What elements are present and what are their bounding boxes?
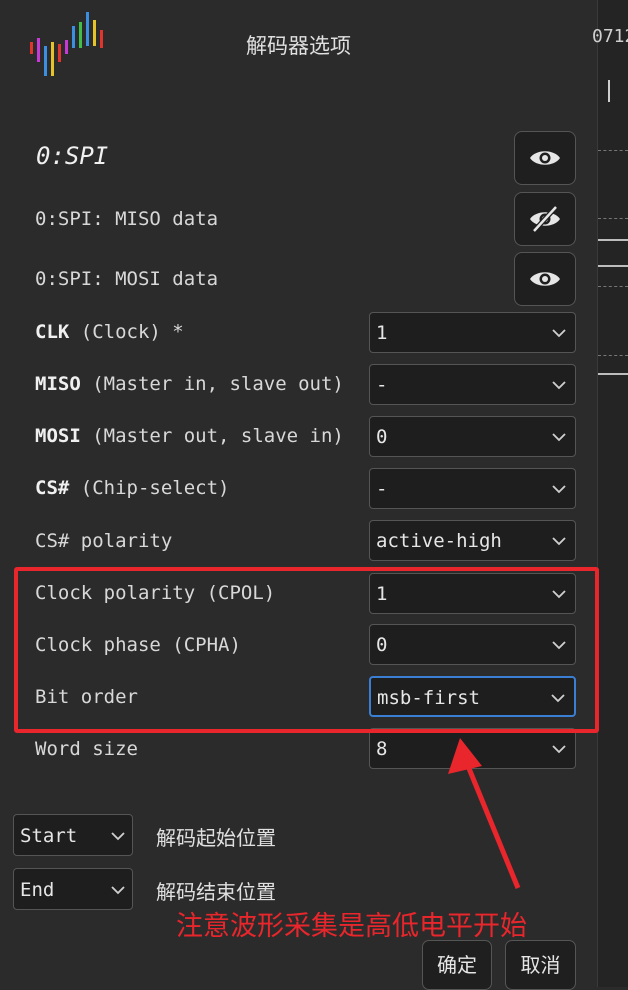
waveform-dashed-line (598, 286, 628, 287)
miso-select[interactable]: - (369, 364, 576, 405)
word-size-label: Word size (35, 738, 138, 760)
background-partial-text: 0712 (592, 26, 628, 47)
highlight-box (14, 567, 599, 733)
clk-value: 1 (376, 322, 388, 344)
end-position-label: 解码结束位置 (156, 880, 276, 904)
waveform-dashed-line (598, 218, 628, 219)
cs-value: - (376, 478, 388, 500)
cs-polarity-label: CS# polarity (35, 530, 173, 552)
end-position-value: End (20, 879, 55, 901)
waveform-dashed-line (598, 355, 628, 356)
chevron-down-icon (552, 433, 566, 442)
waveform-dashed-line (598, 150, 628, 151)
eye-icon (530, 151, 560, 165)
start-position-label: 解码起始位置 (156, 826, 276, 850)
chevron-down-icon (552, 485, 566, 494)
text-cursor (608, 80, 610, 102)
chevron-down-icon (552, 537, 566, 546)
chevron-down-icon (552, 745, 566, 754)
miso-value: - (376, 374, 388, 396)
chevron-down-icon (111, 886, 125, 895)
cs-polarity-select[interactable]: active-high (369, 520, 576, 561)
dialog-title: 解码器选项 (246, 34, 351, 58)
toggle-mosi-data-button[interactable] (514, 252, 576, 306)
word-size-value: 8 (376, 738, 388, 760)
ok-button[interactable]: 确定 (422, 940, 492, 990)
mosi-label: MOSI (Master out, slave in) (35, 425, 344, 447)
annotation-text: 注意波形采集是高低电平开始 (176, 911, 527, 942)
waveform-line (598, 373, 628, 375)
chevron-down-icon (111, 832, 125, 841)
mosi-value: 0 (376, 426, 388, 448)
mosi-select[interactable]: 0 (369, 416, 576, 457)
clk-label: CLK (Clock) * (35, 321, 184, 343)
clk-select[interactable]: 1 (369, 312, 576, 353)
cancel-button[interactable]: 取消 (505, 940, 576, 990)
miso-data-row-label: 0:SPI: MISO data (35, 208, 219, 230)
waveform-line (598, 265, 628, 267)
cs-select[interactable]: - (369, 468, 576, 509)
chevron-down-icon (552, 381, 566, 390)
start-position-value: Start (20, 825, 78, 847)
annotation-arrow (448, 738, 521, 889)
start-position-select[interactable]: Start (13, 814, 133, 856)
miso-label: MISO (Master in, slave out) (35, 373, 344, 395)
cs-label: CS# (Chip-select) (35, 477, 230, 499)
waveform-line (598, 239, 628, 241)
show-decoder-button[interactable] (514, 131, 576, 185)
decoder-name: 0:SPI (36, 142, 109, 170)
end-position-select[interactable]: End (13, 868, 133, 910)
cs-polarity-value: active-high (376, 530, 502, 552)
background-window (597, 0, 628, 987)
mosi-data-row-label: 0:SPI: MOSI data (35, 268, 219, 290)
chevron-down-icon (552, 329, 566, 338)
toggle-miso-data-button[interactable] (514, 192, 576, 246)
eye-off-icon (530, 205, 560, 233)
eye-icon (530, 272, 560, 286)
